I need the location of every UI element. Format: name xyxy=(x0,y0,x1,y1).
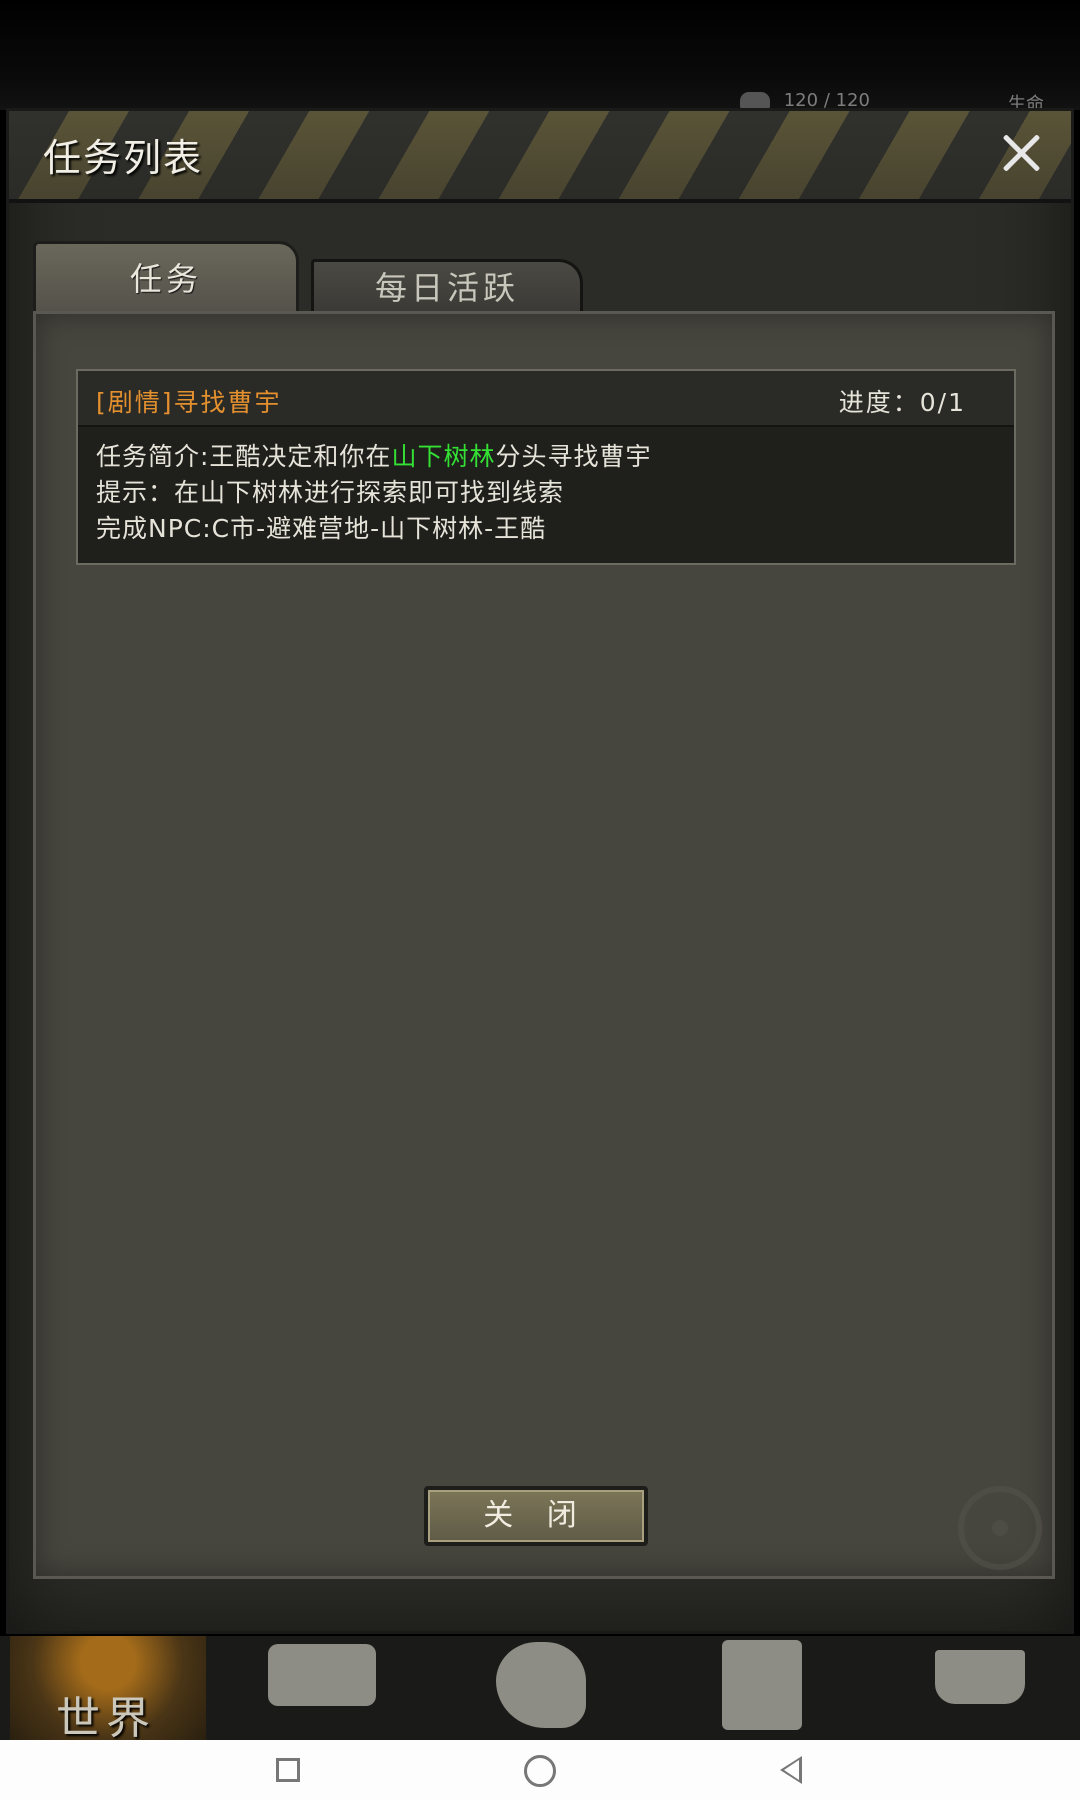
nav-world-label: 世界 xyxy=(56,1693,156,1744)
tab-daily-activity[interactable]: 每日活跃 xyxy=(311,259,583,315)
task-progress: 进度：0/1 xyxy=(838,388,966,417)
recent-apps-icon[interactable] xyxy=(276,1758,300,1782)
nav-world[interactable]: 世界 xyxy=(10,1636,206,1744)
android-nav-bar xyxy=(0,1740,1080,1800)
radiation-icon xyxy=(958,1486,1042,1570)
backpack-icon[interactable] xyxy=(268,1644,376,1706)
home-icon[interactable] xyxy=(524,1755,556,1787)
top-status-strip: 120 / 120 生命 xyxy=(0,0,1080,115)
tab-tasks[interactable]: 任务 xyxy=(33,241,299,311)
task-intro-prefix: 任务简介:王酷决定和你在 xyxy=(96,442,392,471)
task-panel: [剧情]寻找曹宇 进度：0/1 任务简介:王酷决定和你在山下树林分头寻找曹宇 提… xyxy=(33,311,1055,1579)
back-icon[interactable] xyxy=(780,1756,802,1784)
task-list-dialog: 任务列表 任务 每日活跃 [剧情]寻找曹宇 进度：0/1 任务简介:王酷决定和你… xyxy=(6,108,1074,1634)
close-button[interactable]: 关 闭 xyxy=(424,1486,648,1546)
task-intro-location: 山下树林 xyxy=(391,442,496,471)
dialog-title: 任务列表 xyxy=(43,136,204,180)
task-hint: 提示：在山下树林进行探索即可找到线索 xyxy=(96,478,565,507)
task-name: [剧情]寻找曹宇 xyxy=(96,388,282,417)
cart-icon[interactable] xyxy=(935,1650,1025,1704)
dialog-header: 任务列表 xyxy=(9,111,1071,203)
task-card[interactable]: [剧情]寻找曹宇 进度：0/1 任务简介:王酷决定和你在山下树林分头寻找曹宇 提… xyxy=(76,369,1016,565)
task-intro: 任务简介:王酷决定和你在山下树林分头寻找曹宇 xyxy=(96,437,651,473)
head-skill-icon[interactable] xyxy=(496,1642,586,1728)
building-icon[interactable] xyxy=(722,1640,802,1730)
task-intro-suffix: 分头寻找曹宇 xyxy=(495,442,652,471)
close-icon[interactable] xyxy=(997,129,1045,177)
bottom-nav: 世界 xyxy=(0,1636,1080,1744)
task-npc: 完成NPC:C市-避难营地-山下树林-王酷 xyxy=(96,514,547,543)
task-card-header: [剧情]寻找曹宇 进度：0/1 xyxy=(78,371,1014,427)
